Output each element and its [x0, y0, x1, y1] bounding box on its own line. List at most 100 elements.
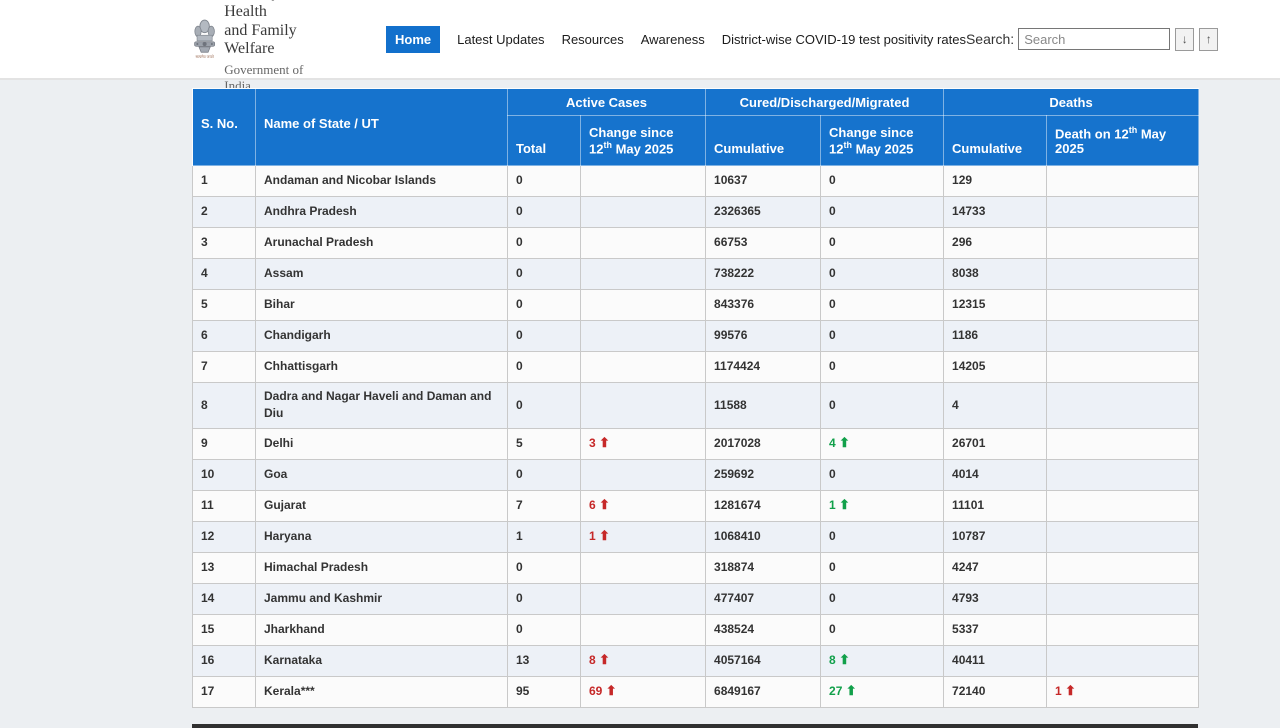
cell-state-name: Himachal Pradesh — [255, 551, 508, 584]
cell-state-name: Dadra and Nagar Haveli and Daman and Diu — [255, 382, 508, 429]
cell-cured-cumulative: 843376 — [705, 289, 822, 321]
cell-deaths-cumulative: 1186 — [943, 320, 1048, 352]
up-arrow-icon: ⬆ — [599, 435, 610, 451]
cell-active-change — [579, 551, 707, 584]
cell-active-total: 1 — [507, 520, 581, 553]
cell-deaths-cumulative: 5337 — [943, 613, 1048, 646]
cell-active-change — [579, 582, 707, 615]
table-row: 2 Andhra Pradesh 0 2326365 0 14733 — [192, 196, 1200, 228]
table-row: 9 Delhi 5 3 ⬆ 2017028 4 ⬆ 26701 — [192, 427, 1200, 460]
cell-deaths-cumulative: 14205 — [943, 351, 1048, 383]
cell-sno: 8 — [192, 382, 256, 429]
header-death-change: Death on 12th May 2025 — [1046, 115, 1200, 166]
cell-cured-cumulative: 2326365 — [705, 196, 822, 228]
cell-active-total: 0 — [507, 165, 581, 197]
cell-cured-cumulative: 1068410 — [705, 520, 822, 553]
cell-cured-cumulative: 11588 — [705, 382, 822, 429]
cell-death-change — [1046, 489, 1200, 522]
cell-sno: 10 — [192, 458, 256, 491]
cell-deaths-cumulative: 4247 — [943, 551, 1048, 584]
nav-resources[interactable]: Resources — [562, 32, 624, 47]
up-arrow-icon: ⬆ — [839, 435, 850, 451]
search-prev-button[interactable]: ↑ — [1199, 27, 1219, 51]
up-arrow-icon: ⬆ — [845, 683, 857, 699]
page-content: S. No. Name of State / UT Active Cases C… — [0, 88, 1280, 728]
table-row: 3 Arunachal Pradesh 0 66753 0 296 — [192, 227, 1200, 259]
cell-active-change — [579, 227, 707, 259]
cell-active-change — [579, 351, 707, 383]
site-header: सत्यमेव जयते Ministry of Health and Fami… — [0, 0, 1280, 93]
brand-home-link[interactable]: सत्यमेव जयते Ministry of Health and Fami… — [192, 0, 304, 94]
cell-state-name: Andaman and Nicobar Islands — [255, 165, 508, 197]
cell-deaths-cumulative: 4014 — [943, 458, 1048, 491]
header-active-change: Change since 12th May 2025 — [579, 115, 707, 166]
table-row: 7 Chhattisgarh 0 1174424 0 14205 — [192, 351, 1200, 383]
cell-cured-change: 27 ⬆ — [820, 675, 945, 708]
search-input[interactable] — [1018, 28, 1171, 50]
table-row: 12 Haryana 1 1 ⬆ 1068410 0 10787 — [192, 520, 1200, 553]
cell-state-name: Chhattisgarh — [255, 351, 508, 383]
cell-state-name: Karnataka — [255, 644, 508, 677]
cell-sno: 3 — [192, 227, 256, 259]
cell-cured-cumulative: 259692 — [705, 458, 822, 491]
cell-active-total: 0 — [507, 582, 581, 615]
cell-state-name: Jharkhand — [255, 613, 508, 646]
table-row: 1 Andaman and Nicobar Islands 0 10637 0 129 — [192, 165, 1200, 197]
table-header: S. No. Name of State / UT Active Cases C… — [192, 88, 1200, 166]
cell-state-name: Assam — [255, 258, 508, 290]
cell-sno: 5 — [192, 289, 256, 321]
emblem-motto-text: सत्यमेव जयते — [195, 54, 214, 59]
cell-active-change — [579, 382, 707, 429]
header-group-cured: Cured/Discharged/Migrated — [705, 88, 945, 116]
cell-deaths-cumulative: 4 — [943, 382, 1048, 429]
cell-cured-cumulative: 1281674 — [705, 489, 822, 522]
table-row: 5 Bihar 0 843376 0 12315 — [192, 289, 1200, 321]
cell-sno: 4 — [192, 258, 256, 290]
header-cured-change: Change since 12th May 2025 — [820, 115, 945, 166]
cell-state-name: Haryana — [255, 520, 508, 553]
cell-cured-cumulative: 99576 — [705, 320, 822, 352]
nav-latest-updates[interactable]: Latest Updates — [457, 32, 544, 47]
cell-death-change — [1046, 227, 1200, 259]
up-arrow-icon: ⬆ — [599, 497, 610, 513]
cell-deaths-cumulative: 12315 — [943, 289, 1048, 321]
cell-state-name: Chandigarh — [255, 320, 508, 352]
nav-district-positivity-rates[interactable]: District-wise COVID-19 test positivity r… — [722, 32, 966, 47]
table-row: 17 Kerala*** 95 69 ⬆ 6849167 27 ⬆ 72140 1 ⬆ — [192, 675, 1200, 708]
cell-death-change — [1046, 165, 1200, 197]
bottom-strip — [192, 724, 1198, 728]
cell-death-change: 1 ⬆ — [1046, 675, 1200, 708]
cell-active-change: 69 ⬆ — [579, 675, 707, 708]
nav-awareness[interactable]: Awareness — [641, 32, 705, 47]
covid-state-table: S. No. Name of State / UT Active Cases C… — [192, 88, 1200, 708]
nav-home[interactable]: Home — [385, 25, 441, 53]
cell-sno: 2 — [192, 196, 256, 228]
cell-death-change — [1046, 551, 1200, 584]
header-sno: S. No. — [192, 88, 256, 166]
cell-cured-change: 0 — [820, 582, 945, 615]
search-label: Search: — [965, 31, 1015, 47]
cell-state-name: Delhi — [255, 427, 508, 460]
cell-deaths-cumulative: 14733 — [943, 196, 1048, 228]
cell-active-change — [579, 165, 707, 197]
up-arrow-icon: ⬆ — [839, 652, 850, 668]
cell-death-change — [1046, 351, 1200, 383]
cell-cured-cumulative: 10637 — [705, 165, 822, 197]
cell-death-change — [1046, 458, 1200, 491]
ministry-title-line2: and Family Welfare — [224, 21, 297, 58]
up-arrow-icon: ⬆ — [605, 683, 617, 699]
up-arrow-icon: ⬆ — [1065, 683, 1076, 699]
table-row: 11 Gujarat 7 6 ⬆ 1281674 1 ⬆ 11101 — [192, 489, 1200, 522]
arrow-up-icon: ↑ — [1205, 32, 1212, 46]
cell-deaths-cumulative: 296 — [943, 227, 1048, 259]
cell-active-total: 0 — [507, 551, 581, 584]
up-arrow-icon: ⬆ — [839, 497, 850, 513]
table-row: 4 Assam 0 738222 0 8038 — [192, 258, 1200, 290]
cell-cured-cumulative: 318874 — [705, 551, 822, 584]
cell-active-change — [579, 320, 707, 352]
cell-cured-cumulative: 477407 — [705, 582, 822, 615]
cell-deaths-cumulative: 4793 — [943, 582, 1048, 615]
search-next-button[interactable]: ↓ — [1175, 27, 1195, 51]
header-group-deaths: Deaths — [943, 88, 1200, 116]
cell-active-change — [579, 196, 707, 228]
